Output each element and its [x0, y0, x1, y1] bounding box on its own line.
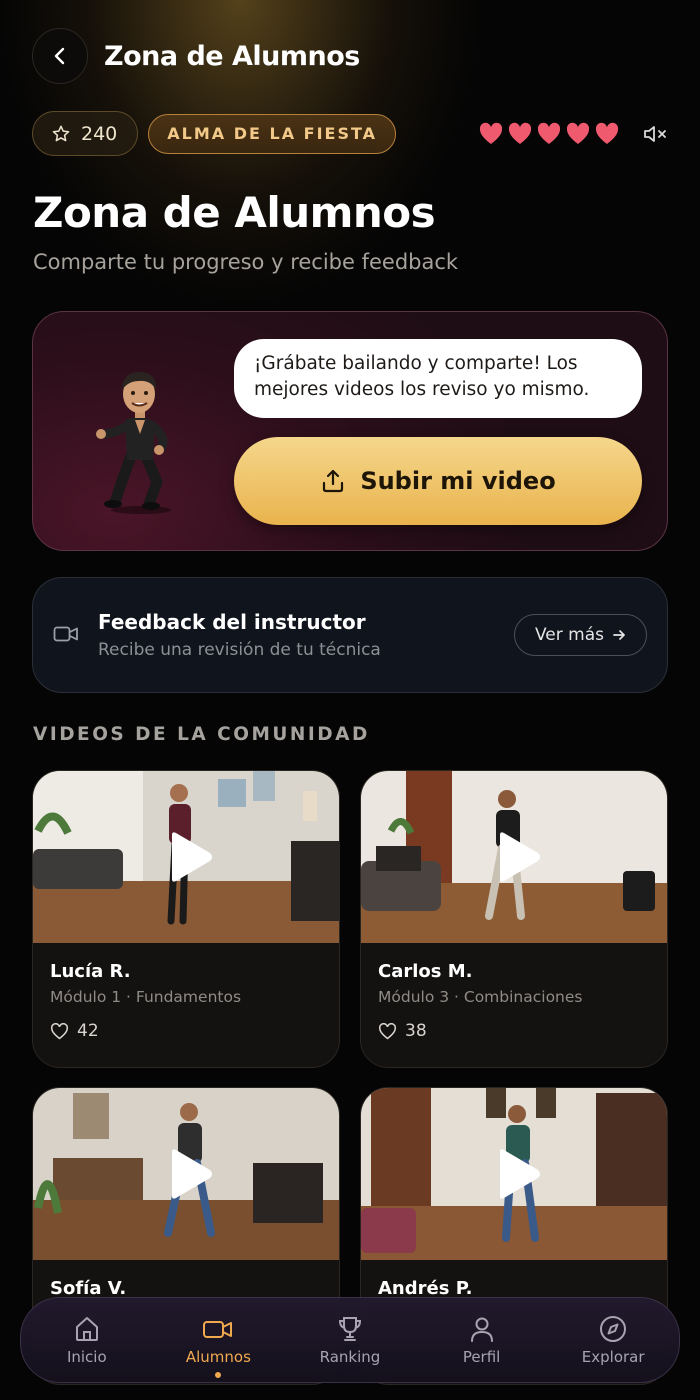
- video-likes-count: 38: [405, 1021, 427, 1041]
- page-title: Zona de Alumnos: [33, 188, 436, 237]
- compass-icon: [600, 1316, 627, 1342]
- nav-label: Inicio: [66, 1348, 107, 1366]
- nav-label: Perfil: [462, 1348, 501, 1366]
- nav-label: Ranking: [319, 1348, 381, 1366]
- video-card[interactable]: Lucía R. Módulo 1 · Fundamentos 42: [32, 770, 340, 1068]
- upload-video-button[interactable]: Subir mi video: [234, 437, 642, 525]
- play-icon[interactable]: [158, 829, 214, 885]
- video-card[interactable]: Carlos M. Módulo 3 · Combinaciones 38: [360, 770, 668, 1068]
- upload-icon: [323, 469, 344, 493]
- heart-outline-icon: [378, 1022, 397, 1039]
- video-module: Módulo 3 · Combinaciones: [378, 988, 583, 1006]
- top-bar: Zona de Alumnos: [32, 28, 360, 84]
- video-thumbnail: [361, 1088, 667, 1260]
- instructor-feedback-card[interactable]: Feedback del instructor Recibe una revis…: [32, 577, 668, 693]
- nav-item-perfil[interactable]: Perfil: [416, 1314, 548, 1366]
- play-icon[interactable]: [486, 829, 542, 885]
- nav-item-explorar[interactable]: Explorar: [547, 1314, 679, 1366]
- heart-icon: [479, 122, 503, 144]
- points-value: 240: [81, 122, 118, 145]
- see-more-button[interactable]: Ver más: [514, 614, 647, 656]
- community-section-title: VIDEOS DE LA COMUNIDAD: [33, 724, 370, 745]
- video-author: Carlos M.: [378, 961, 473, 982]
- star-icon: [52, 125, 70, 141]
- status-row: 240 ALMA DE LA FIESTA: [32, 111, 668, 156]
- video-likes[interactable]: 38: [378, 1021, 427, 1041]
- active-indicator: [215, 1372, 222, 1378]
- heart-icon: [508, 122, 532, 144]
- video-module: Módulo 1 · Fundamentos: [50, 988, 242, 1006]
- bottom-navigation: Inicio Alumnos Ranking Perfil Explorar: [20, 1297, 680, 1383]
- instructor-speech-bubble: ¡Grábate bailando y comparte! Los mejore…: [234, 339, 642, 418]
- user-icon: [470, 1317, 493, 1342]
- mute-button[interactable]: [642, 122, 668, 146]
- chevron-left-icon: [54, 47, 65, 65]
- trophy-icon: [338, 1317, 361, 1341]
- video-thumbnail: [33, 1088, 339, 1260]
- feedback-title: Feedback del instructor: [98, 610, 366, 634]
- video-camera-icon: [203, 1321, 233, 1338]
- nav-item-alumnos[interactable]: Alumnos: [153, 1314, 285, 1378]
- nav-label: Alumnos: [185, 1348, 251, 1366]
- back-button[interactable]: [32, 28, 88, 84]
- upload-video-label: Subir mi video: [360, 467, 556, 495]
- video-likes-count: 42: [77, 1021, 99, 1041]
- video-thumbnail: [361, 771, 667, 943]
- nav-label: Explorar: [581, 1348, 645, 1366]
- play-icon[interactable]: [158, 1146, 214, 1202]
- heart-icon: [566, 122, 590, 144]
- see-more-label: Ver más: [535, 625, 604, 645]
- video-author: Lucía R.: [50, 961, 131, 982]
- speaker-muted-icon: [644, 125, 666, 142]
- home-icon: [75, 1317, 98, 1341]
- arrow-right-icon: [613, 630, 625, 640]
- heart-outline-icon: [50, 1022, 69, 1039]
- lives-hearts: [478, 122, 620, 145]
- video-author: Sofía V.: [50, 1278, 127, 1299]
- points-pill[interactable]: 240: [32, 111, 139, 156]
- nav-item-ranking[interactable]: Ranking: [284, 1314, 416, 1366]
- play-icon[interactable]: [486, 1146, 542, 1202]
- feedback-subtitle: Recibe una revisión de tu técnica: [98, 640, 381, 660]
- heart-icon: [537, 122, 561, 144]
- header-title: Zona de Alumnos: [104, 40, 360, 72]
- page-subtitle: Comparte tu progreso y recibe feedback: [33, 250, 459, 274]
- video-thumbnail: [33, 771, 339, 943]
- instructor-avatar: [96, 372, 171, 514]
- nav-item-inicio[interactable]: Inicio: [21, 1314, 153, 1366]
- heart-icon: [595, 122, 619, 144]
- video-likes[interactable]: 42: [50, 1021, 99, 1041]
- video-camera-icon: [53, 626, 78, 642]
- video-author: Andrés P.: [378, 1278, 473, 1299]
- level-badge[interactable]: ALMA DE LA FIESTA: [148, 113, 397, 154]
- upload-hero-card: ¡Grábate bailando y comparte! Los mejore…: [32, 311, 668, 551]
